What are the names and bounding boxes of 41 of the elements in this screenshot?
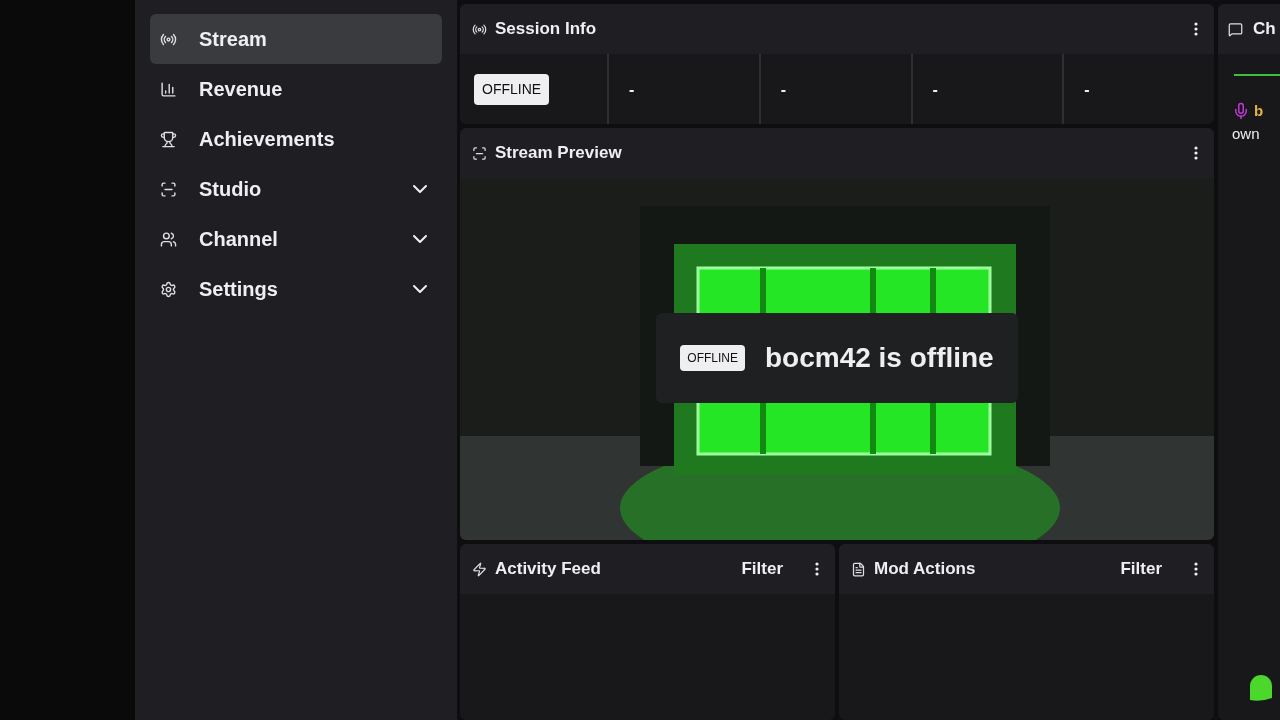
more-icon bbox=[1194, 562, 1198, 576]
stat-value: - bbox=[780, 81, 787, 98]
lightning-icon bbox=[472, 561, 487, 577]
screen-icon bbox=[472, 145, 487, 161]
filter-button[interactable]: Filter bbox=[741, 556, 783, 582]
screen-icon bbox=[160, 180, 177, 198]
more-icon bbox=[1194, 22, 1198, 36]
status-badge: OFFLINE bbox=[474, 73, 550, 105]
sidebar-item[interactable]: Revenue bbox=[150, 64, 442, 114]
more-button[interactable] bbox=[1194, 22, 1198, 36]
panel-title: Session Info bbox=[495, 18, 597, 41]
more-button[interactable] bbox=[1194, 562, 1198, 576]
sidebar-item[interactable]: Achievements bbox=[150, 114, 442, 164]
offline-message: bocm42 is offline bbox=[764, 341, 994, 375]
trophy-icon bbox=[160, 130, 177, 148]
panel-title: Ch bbox=[1253, 18, 1276, 41]
more-icon bbox=[815, 562, 819, 576]
chat-username: b bbox=[1254, 101, 1264, 121]
more-icon bbox=[1194, 146, 1198, 160]
panel-title: Mod Actions bbox=[874, 558, 976, 581]
chat-icon bbox=[1228, 21, 1243, 37]
status-badge: OFFLINE bbox=[680, 345, 745, 371]
sidebar-item[interactable]: Studio bbox=[150, 164, 442, 214]
stat-value: - bbox=[932, 81, 938, 98]
mic-icon bbox=[1232, 102, 1250, 121]
panel-title: Stream Preview bbox=[495, 142, 622, 165]
more-button[interactable] bbox=[815, 562, 819, 576]
stat-value: - bbox=[629, 81, 635, 98]
filter-button[interactable]: Filter bbox=[1120, 556, 1162, 582]
mascot-icon bbox=[1248, 674, 1274, 702]
people-icon bbox=[160, 230, 177, 248]
sidebar-item[interactable]: Channel bbox=[150, 214, 442, 264]
sidebar-item[interactable]: Stream bbox=[150, 14, 442, 64]
document-icon bbox=[851, 561, 866, 577]
chat-message: own bbox=[1232, 123, 1261, 144]
more-button[interactable] bbox=[1194, 146, 1198, 160]
bar-chart-icon bbox=[160, 80, 177, 98]
sidebar-item[interactable]: Settings bbox=[150, 264, 442, 314]
settings-icon bbox=[160, 280, 177, 298]
panel-title: Activity Feed bbox=[495, 558, 601, 581]
stat-value: - bbox=[1084, 81, 1090, 98]
